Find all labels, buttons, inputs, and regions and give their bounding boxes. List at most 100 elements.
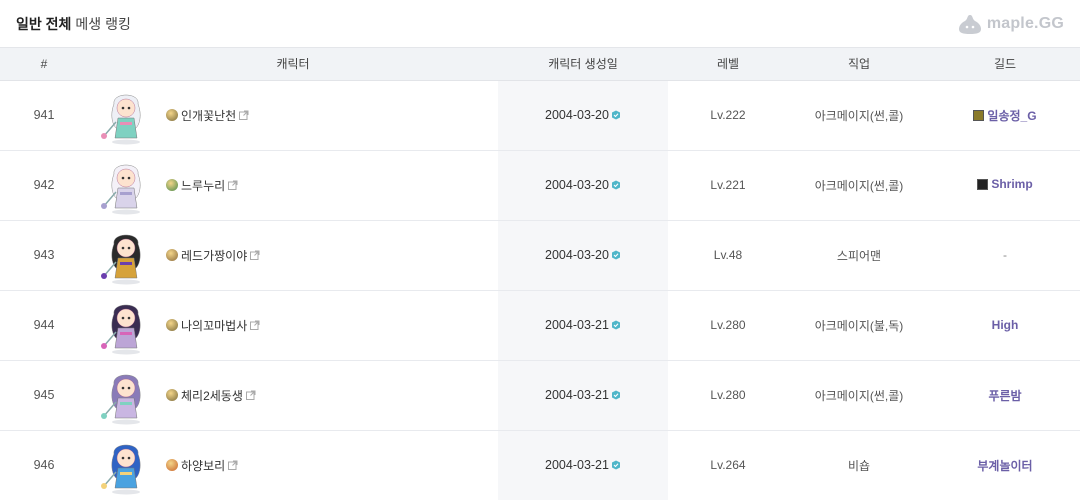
character-link[interactable]: 하양보리 — [166, 457, 238, 474]
character-avatar[interactable] — [96, 154, 156, 216]
character-link[interactable]: 인개꽃난천 — [166, 107, 249, 124]
verified-badge-icon — [611, 250, 620, 260]
title-sub: 메생 랭킹 — [75, 15, 131, 32]
character-avatar[interactable] — [96, 224, 156, 286]
rank-cell: 942 — [33, 178, 55, 192]
character-link[interactable]: 레드가짱이야 — [166, 247, 260, 264]
external-link-icon[interactable] — [228, 460, 238, 470]
created-date-cell: 2004-03-20 — [498, 150, 668, 220]
created-date: 2004-03-21 — [545, 388, 609, 402]
world-icon — [166, 179, 178, 191]
guild-cell: High — [930, 290, 1080, 360]
guild-link[interactable]: 일송정_G — [973, 107, 1037, 124]
guild-link[interactable]: 부계놀이터 — [977, 457, 1032, 474]
verified-badge-icon — [611, 180, 620, 190]
created-date-cell: 2004-03-21 — [498, 360, 668, 430]
rank-cell: 944 — [33, 318, 55, 332]
verified-badge-icon — [611, 110, 620, 120]
table-row[interactable]: 944 나의꼬마법사 2004-03-21 Lv.280 아크메이지(불,독) … — [0, 290, 1080, 360]
guild-cell: Shrimp — [930, 150, 1080, 220]
character-link[interactable]: 체리2세동생 — [166, 387, 256, 404]
page-title: 일반 전체 메생 랭킹 — [16, 14, 131, 34]
verified-badge-icon — [611, 390, 620, 400]
col-job: 직업 — [788, 48, 930, 81]
external-link-icon[interactable] — [250, 250, 260, 260]
guild-name: 일송정_G — [987, 108, 1037, 123]
guild-link[interactable]: 푸른밤 — [988, 387, 1021, 404]
job-cell: 아크메이지(썬,콜) — [814, 178, 904, 193]
created-date: 2004-03-20 — [545, 248, 609, 262]
table-header-row: # 캐릭터 캐릭터 생성일 레벨 직업 길드 — [0, 48, 1080, 81]
created-date: 2004-03-21 — [545, 318, 609, 332]
character-name: 인개꽃난천 — [181, 108, 237, 123]
guild-cell: 일송정_G — [930, 80, 1080, 150]
level-cell: Lv.222 — [710, 108, 746, 122]
external-link-icon[interactable] — [239, 110, 249, 120]
page-header: 일반 전체 메생 랭킹 maple.GG — [0, 0, 1080, 48]
table-row[interactable]: 946 하양보리 2004-03-21 Lv.264 비숍 부계놀이터 — [0, 430, 1080, 500]
character-avatar[interactable] — [96, 84, 156, 146]
guild-name: 부계놀이터 — [977, 458, 1033, 473]
col-level: 레벨 — [668, 48, 788, 81]
guild-name: - — [1003, 248, 1007, 262]
job-cell: 스피어맨 — [836, 248, 882, 263]
guild-link[interactable]: Shrimp — [977, 177, 1033, 192]
character-avatar[interactable] — [96, 364, 156, 426]
world-icon — [166, 249, 178, 261]
level-cell: Lv.264 — [710, 458, 746, 472]
guild-name: 푸른밤 — [988, 388, 1022, 403]
character-cell: 하양보리 — [88, 430, 498, 500]
created-date-cell: 2004-03-21 — [498, 430, 668, 500]
site-logo[interactable]: maple.GG — [957, 13, 1064, 35]
world-icon — [166, 319, 178, 331]
character-cell: 체리2세동생 — [88, 360, 498, 430]
col-rank: # — [0, 48, 88, 81]
character-name: 체리2세동생 — [181, 388, 243, 403]
character-name: 느루누리 — [181, 178, 226, 193]
verified-badge-icon — [611, 460, 620, 470]
external-link-icon[interactable] — [228, 180, 238, 190]
level-cell: Lv.280 — [710, 388, 746, 402]
level-cell: Lv.48 — [713, 248, 743, 262]
external-link-icon[interactable] — [245, 390, 256, 400]
maple-slime-icon — [958, 14, 981, 34]
job-cell: 아크메이지(불,독) — [814, 318, 904, 333]
character-name: 레드가짱이야 — [181, 248, 248, 263]
character-avatar[interactable] — [96, 434, 156, 496]
guild-name: High — [991, 318, 1019, 332]
table-row[interactable]: 942 느루누리 2004-03-20 Lv.221 아크메이지(썬,콜) Sh… — [0, 150, 1080, 220]
character-link[interactable]: 느루누리 — [166, 177, 238, 194]
world-icon — [166, 459, 178, 471]
job-cell: 아크메이지(썬,콜) — [814, 388, 904, 403]
created-date: 2004-03-20 — [545, 108, 609, 122]
guild-cell: - — [930, 220, 1080, 290]
rank-cell: 943 — [33, 248, 55, 262]
character-cell: 나의꼬마법사 — [88, 290, 498, 360]
col-character: 캐릭터 — [88, 48, 498, 81]
rank-cell: 946 — [33, 458, 55, 472]
table-row[interactable]: 943 레드가짱이야 2004-03-20 Lv.48 스피어맨 - — [0, 220, 1080, 290]
character-avatar[interactable] — [96, 294, 156, 356]
external-link-icon[interactable] — [250, 320, 260, 330]
character-cell: 레드가짱이야 — [88, 220, 498, 290]
verified-badge-icon — [611, 320, 620, 330]
title-bold: 일반 전체 — [16, 15, 72, 32]
character-link[interactable]: 나의꼬마법사 — [166, 317, 260, 334]
col-created: 캐릭터 생성일 — [498, 48, 668, 81]
guild-emblem-icon — [977, 178, 989, 190]
created-date: 2004-03-20 — [545, 178, 609, 192]
table-row[interactable]: 941 인개꽃난천 2004-03-20 Lv.222 아크메이지(썬,콜) 일… — [0, 80, 1080, 150]
guild-link: - — [1003, 248, 1007, 262]
guild-cell: 부계놀이터 — [930, 430, 1080, 500]
guild-name: Shrimp — [991, 177, 1033, 192]
rank-cell: 945 — [33, 388, 55, 402]
guild-link[interactable]: High — [992, 318, 1019, 332]
created-date-cell: 2004-03-20 — [498, 220, 668, 290]
character-cell: 느루누리 — [88, 150, 498, 220]
character-name: 하양보리 — [181, 458, 226, 473]
logo-text: maple.GG — [986, 14, 1064, 32]
world-icon — [166, 389, 178, 401]
table-row[interactable]: 945 체리2세동생 2004-03-21 Lv.280 아크메이지(썬,콜) … — [0, 360, 1080, 430]
guild-emblem-icon — [973, 109, 985, 121]
created-date-cell: 2004-03-21 — [498, 290, 668, 360]
